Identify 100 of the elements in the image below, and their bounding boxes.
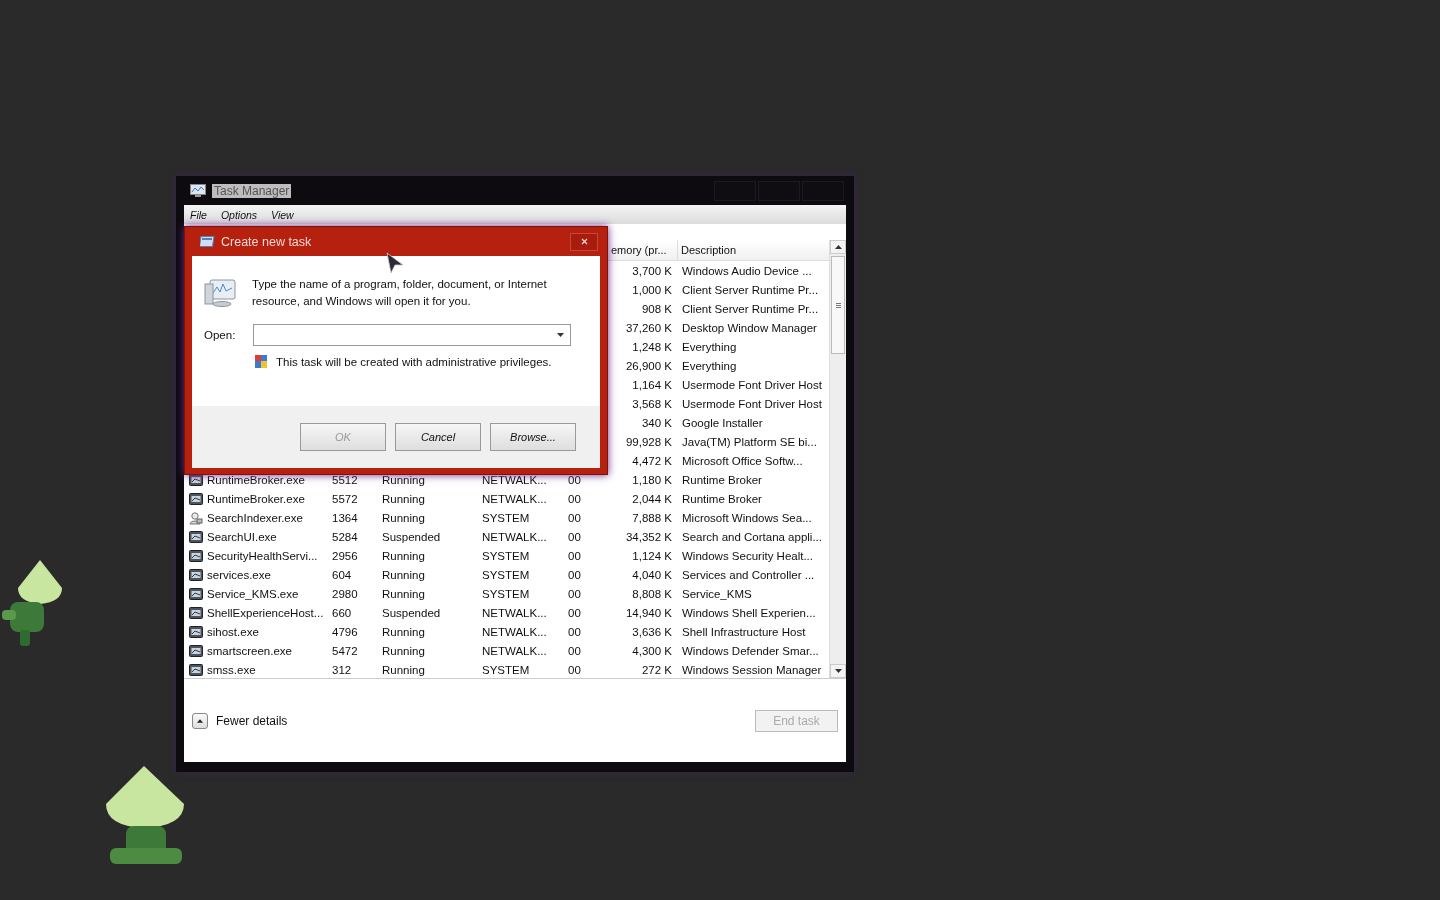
- computer-icon: [204, 278, 236, 308]
- process-name: SecurityHealthServi...: [207, 549, 318, 562]
- memory-cell-text: 99,928 K: [624, 435, 673, 448]
- monitor-icon: [190, 183, 206, 198]
- process-name: SearchIndexer.exe: [207, 511, 303, 524]
- cpu-cell-text: 00: [567, 625, 582, 638]
- status-cell-text: Running: [381, 492, 426, 505]
- cpu-cell-text: 00: [567, 644, 582, 657]
- scrollbar[interactable]: [829, 240, 846, 678]
- description-cell-text: Runtime Broker: [681, 492, 763, 505]
- memory-cell-text: 37,260 K: [624, 321, 673, 334]
- program-icon: [189, 567, 203, 582]
- program-icon: [189, 643, 203, 658]
- description-cell-text: Everything: [681, 359, 738, 372]
- description-cell-text: Usermode Font Driver Host: [681, 378, 823, 391]
- description-cell-text: Client Server Runtime Pr...: [681, 302, 820, 315]
- user-cell-text: NETWALK...: [481, 473, 548, 486]
- process-name: sihost.exe: [207, 625, 259, 638]
- status-cell-text: Running: [381, 511, 426, 524]
- window-icon: [200, 236, 215, 247]
- program-icon: [189, 586, 203, 601]
- memory-cell-text: 4,040 K: [631, 568, 673, 581]
- privileges-note: This task will be created with administrative privileges.: [276, 355, 552, 368]
- status-cell-text: Running: [381, 549, 426, 562]
- pid-cell-text: 660: [331, 606, 353, 619]
- user-cell-text: NETWALK...: [481, 625, 548, 638]
- description-cell-text: Windows Audio Device ...: [681, 264, 813, 277]
- status-cell-text: Running: [381, 587, 426, 600]
- process-name: smss.exe: [207, 663, 256, 676]
- status-cell-text: Running: [381, 473, 426, 486]
- process-name: RuntimeBroker.exe: [207, 473, 305, 486]
- cpu-cell-text: 00: [567, 511, 582, 524]
- memory-cell-text: 8,808 K: [631, 587, 673, 600]
- program-icon: [189, 624, 203, 639]
- memory-cell-text: 908 K: [640, 302, 673, 315]
- menu-item[interactable]: View: [271, 208, 294, 221]
- pid-cell-text: 312: [331, 663, 353, 676]
- memory-cell-text: 34,352 K: [624, 530, 673, 543]
- menu-item[interactable]: Options: [220, 208, 258, 221]
- description-cell-text: Microsoft Windows Sea...: [681, 511, 813, 524]
- memory-cell-text: 3,568 K: [631, 397, 673, 410]
- user-cell-text: SYSTEM: [481, 511, 531, 524]
- description-cell-text: Runtime Broker: [681, 473, 763, 486]
- memory-cell-text: 340 K: [640, 416, 673, 429]
- process-name: smartscreen.exe: [207, 644, 292, 657]
- process-name: Service_KMS.exe: [207, 587, 299, 600]
- pid-cell-text: 1364: [331, 511, 359, 524]
- memory-cell-text: 1,000 K: [631, 283, 673, 296]
- fewer-details-button[interactable]: Fewer details: [192, 712, 288, 729]
- description-cell-text: Shell Infrastructure Host: [681, 625, 807, 638]
- cpu-cell-text: 00: [567, 530, 582, 543]
- user-cell-text: SYSTEM: [481, 549, 531, 562]
- pid-cell-text: 2956: [331, 549, 359, 562]
- up-arrow-icon[interactable]: [834, 245, 842, 249]
- memory-cell-text: 1,124 K: [631, 549, 673, 562]
- memory-cell-text: 1,164 K: [631, 378, 673, 391]
- collapse-icon: [192, 712, 208, 729]
- cpu-cell-text: 00: [567, 549, 582, 562]
- cursor-icon: [386, 252, 404, 274]
- pid-cell-text: 5572: [331, 492, 359, 505]
- open-field[interactable]: [253, 324, 572, 346]
- dialog-button[interactable]: Cancel: [395, 423, 481, 451]
- memory-cell-text: 4,300 K: [631, 644, 673, 657]
- description-cell-text: Everything: [681, 340, 738, 353]
- description-cell-text: Client Server Runtime Pr...: [681, 283, 820, 296]
- memory-cell-text: 1,180 K: [631, 473, 673, 486]
- menu-item[interactable]: File: [190, 208, 207, 221]
- program-icon: [189, 605, 203, 620]
- process-name: SearchUI.exe: [207, 530, 277, 543]
- pid-cell-text: 604: [331, 568, 353, 581]
- program-icon: [189, 548, 203, 563]
- description-cell-text: Windows Security Healt...: [681, 549, 814, 562]
- description-cell-text: Windows Session Manager: [681, 663, 823, 676]
- dialog-button[interactable]: Browse...: [490, 423, 576, 451]
- program-icon: [189, 662, 203, 677]
- status-cell-text: Running: [381, 625, 426, 638]
- description-cell-text: Windows Shell Experien...: [681, 606, 817, 619]
- instruction-text: Type the name of a program, folder, document, or Internet resource, and Windows will open it for you.: [252, 277, 548, 309]
- description-cell-text: Java(TM) Platform SE bi...: [681, 435, 818, 448]
- close-icon: [580, 238, 588, 245]
- down-arrow-icon[interactable]: [834, 669, 842, 673]
- cpu-cell-text: 00: [567, 663, 582, 676]
- shield-icon: [254, 354, 268, 369]
- process-name: ShellExperienceHost...: [207, 606, 324, 619]
- process-name: services.exe: [207, 568, 271, 581]
- user-cell-text: SYSTEM: [481, 568, 531, 581]
- description-cell-text: Google Installer: [681, 416, 764, 429]
- description-cell-text: Search and Cortana appli...: [681, 530, 823, 543]
- grip-icon[interactable]: [835, 302, 841, 308]
- description-cell-text: Usermode Font Driver Host: [681, 397, 823, 410]
- user-cell-text: NETWALK...: [481, 530, 548, 543]
- memory-cell-text: 3,700 K: [631, 264, 673, 277]
- close-button[interactable]: [570, 232, 598, 251]
- user-icon: [189, 510, 203, 525]
- user-cell-text: SYSTEM: [481, 663, 531, 676]
- process-name: RuntimeBroker.exe: [207, 492, 305, 505]
- pid-cell-text: 5512: [331, 473, 359, 486]
- cpu-cell-text: 00: [567, 492, 582, 505]
- user-cell-text: SYSTEM: [481, 587, 531, 600]
- program-icon: [189, 491, 203, 506]
